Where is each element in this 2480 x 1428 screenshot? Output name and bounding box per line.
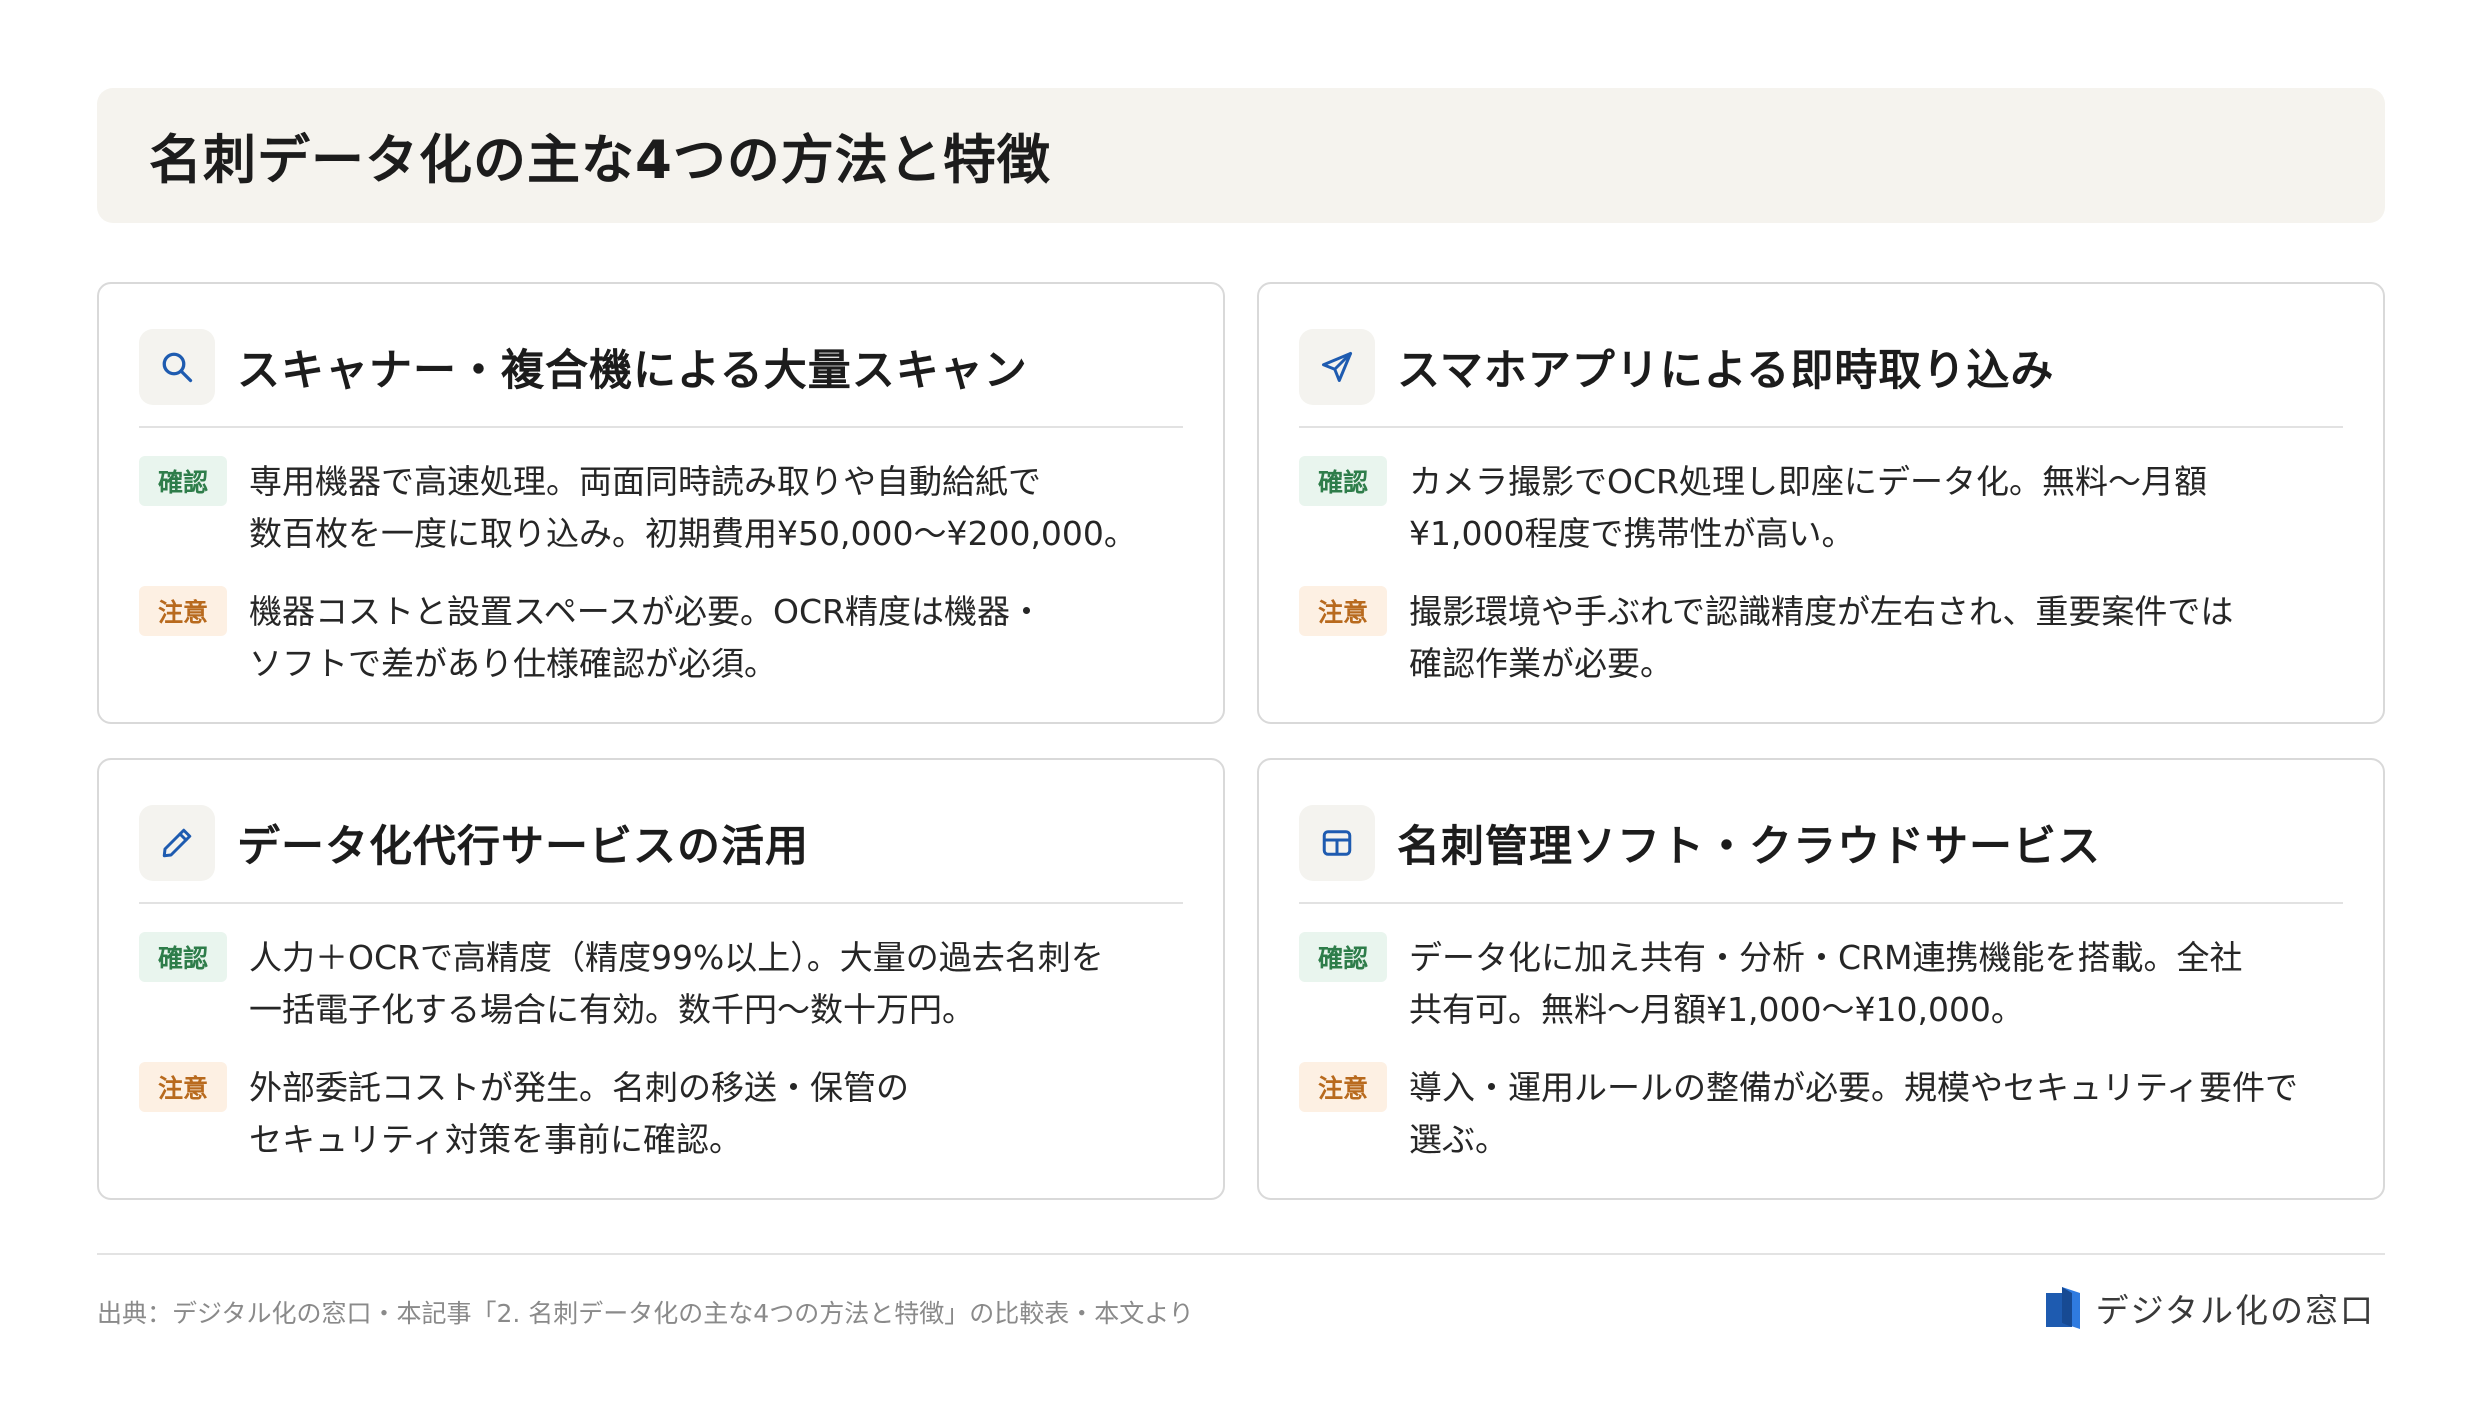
caution-badge: 注意	[139, 586, 227, 636]
card-divider	[1299, 426, 2343, 428]
caution-row: 注意 導入・運用ルールの整備が必要。規模やセキュリティ要件で 選ぶ。	[1299, 1062, 2353, 1166]
logo-wordmark: デジタル化の窓口	[2095, 1291, 2375, 1330]
caution-badge: 注意	[1299, 1062, 1387, 1112]
confirm-badge: 確認	[1299, 932, 1387, 982]
card-title: データ化代行サービスの活用	[237, 822, 809, 872]
caution-text: 撮影環境や手ぶれで認識精度が左右され、重要案件では 確認作業が必要。	[1409, 592, 2234, 683]
caution-row: 注意 外部委託コストが発生。名刺の移送・保管の セキュリティ対策を事前に確認。	[139, 1062, 1193, 1166]
confirm-badge: 確認	[1299, 456, 1387, 506]
confirm-badge: 確認	[139, 456, 227, 506]
pencil-icon	[139, 805, 215, 881]
caution-row: 注意 撮影環境や手ぶれで認識精度が左右され、重要案件では 確認作業が必要。	[1299, 586, 2353, 690]
caution-badge: 注意	[139, 1062, 227, 1112]
table-icon	[1299, 805, 1375, 881]
confirm-text: データ化に加え共有・分析・CRM連携機能を搭載。全社 共有可。無料〜月額¥1,0…	[1409, 938, 2243, 1029]
method-card-scanner: スキャナー・複合機による大量スキャン 確認 専用機器で高速処理。両面同時読み取り…	[97, 282, 1225, 724]
method-card-smartphone-app: スマホアプリによる即時取り込み 確認 カメラ撮影でOCR処理し即座にデータ化。無…	[1257, 282, 2385, 724]
method-card-outsourcing: データ化代行サービスの活用 確認 人力＋OCRで高精度（精度99%以上）。大量の…	[97, 758, 1225, 1200]
card-divider	[1299, 902, 2343, 904]
confirm-row: 確認 データ化に加え共有・分析・CRM連携機能を搭載。全社 共有可。無料〜月額¥…	[1299, 932, 2353, 1036]
confirm-text: 人力＋OCRで高精度（精度99%以上）。大量の過去名刺を 一括電子化する場合に有…	[249, 938, 1104, 1029]
confirm-row: 確認 人力＋OCRで高精度（精度99%以上）。大量の過去名刺を 一括電子化する場…	[139, 932, 1193, 1036]
confirm-row: 確認 専用機器で高速処理。両面同時読み取りや自動給紙で 数百枚を一度に取り込み。…	[139, 456, 1193, 560]
confirm-badge: 確認	[139, 932, 227, 982]
card-divider	[139, 426, 1183, 428]
card-title: スキャナー・複合機による大量スキャン	[237, 346, 1028, 396]
footer-divider	[97, 1253, 2385, 1255]
search-icon	[139, 329, 215, 405]
brand-logo: デジタル化の窓口	[2044, 1284, 2375, 1332]
caution-text: 外部委託コストが発生。名刺の移送・保管の セキュリティ対策を事前に確認。	[249, 1068, 909, 1159]
method-card-cloud-software: 名刺管理ソフト・クラウドサービス 確認 データ化に加え共有・分析・CRM連携機能…	[1257, 758, 2385, 1200]
caution-row: 注意 機器コストと設置スペースが必要。OCR精度は機器・ ソフトで差があり仕様確…	[139, 586, 1193, 690]
title-banner: 名刺データ化の主な4つの方法と特徴	[97, 88, 2385, 223]
window-logo-icon	[2045, 1287, 2080, 1329]
confirm-row: 確認 カメラ撮影でOCR処理し即座にデータ化。無料〜月額 ¥1,000程度で携帯…	[1299, 456, 2353, 560]
card-header: スマホアプリによる即時取り込み	[1299, 324, 2343, 410]
caution-text: 機器コストと設置スペースが必要。OCR精度は機器・ ソフトで差があり仕様確認が必…	[249, 592, 1043, 683]
confirm-text: 専用機器で高速処理。両面同時読み取りや自動給紙で 数百枚を一度に取り込み。初期費…	[249, 462, 1137, 553]
page-title: 名刺データ化の主な4つの方法と特徴	[149, 129, 1051, 191]
card-header: データ化代行サービスの活用	[139, 800, 1183, 886]
confirm-text: カメラ撮影でOCR処理し即座にデータ化。無料〜月額 ¥1,000程度で携帯性が高…	[1409, 462, 2207, 553]
card-divider	[139, 902, 1183, 904]
caution-badge: 注意	[1299, 586, 1387, 636]
card-header: 名刺管理ソフト・クラウドサービス	[1299, 800, 2343, 886]
caution-text: 導入・運用ルールの整備が必要。規模やセキュリティ要件で 選ぶ。	[1409, 1068, 2299, 1159]
card-header: スキャナー・複合機による大量スキャン	[139, 324, 1183, 410]
send-icon	[1299, 329, 1375, 405]
card-title: 名刺管理ソフト・クラウドサービス	[1397, 822, 2101, 872]
card-title: スマホアプリによる即時取り込み	[1397, 346, 2055, 396]
source-note: 出典：デジタル化の窓口・本記事「2. 名刺データ化の主な4つの方法と特徴」の比較…	[97, 1299, 1194, 1328]
